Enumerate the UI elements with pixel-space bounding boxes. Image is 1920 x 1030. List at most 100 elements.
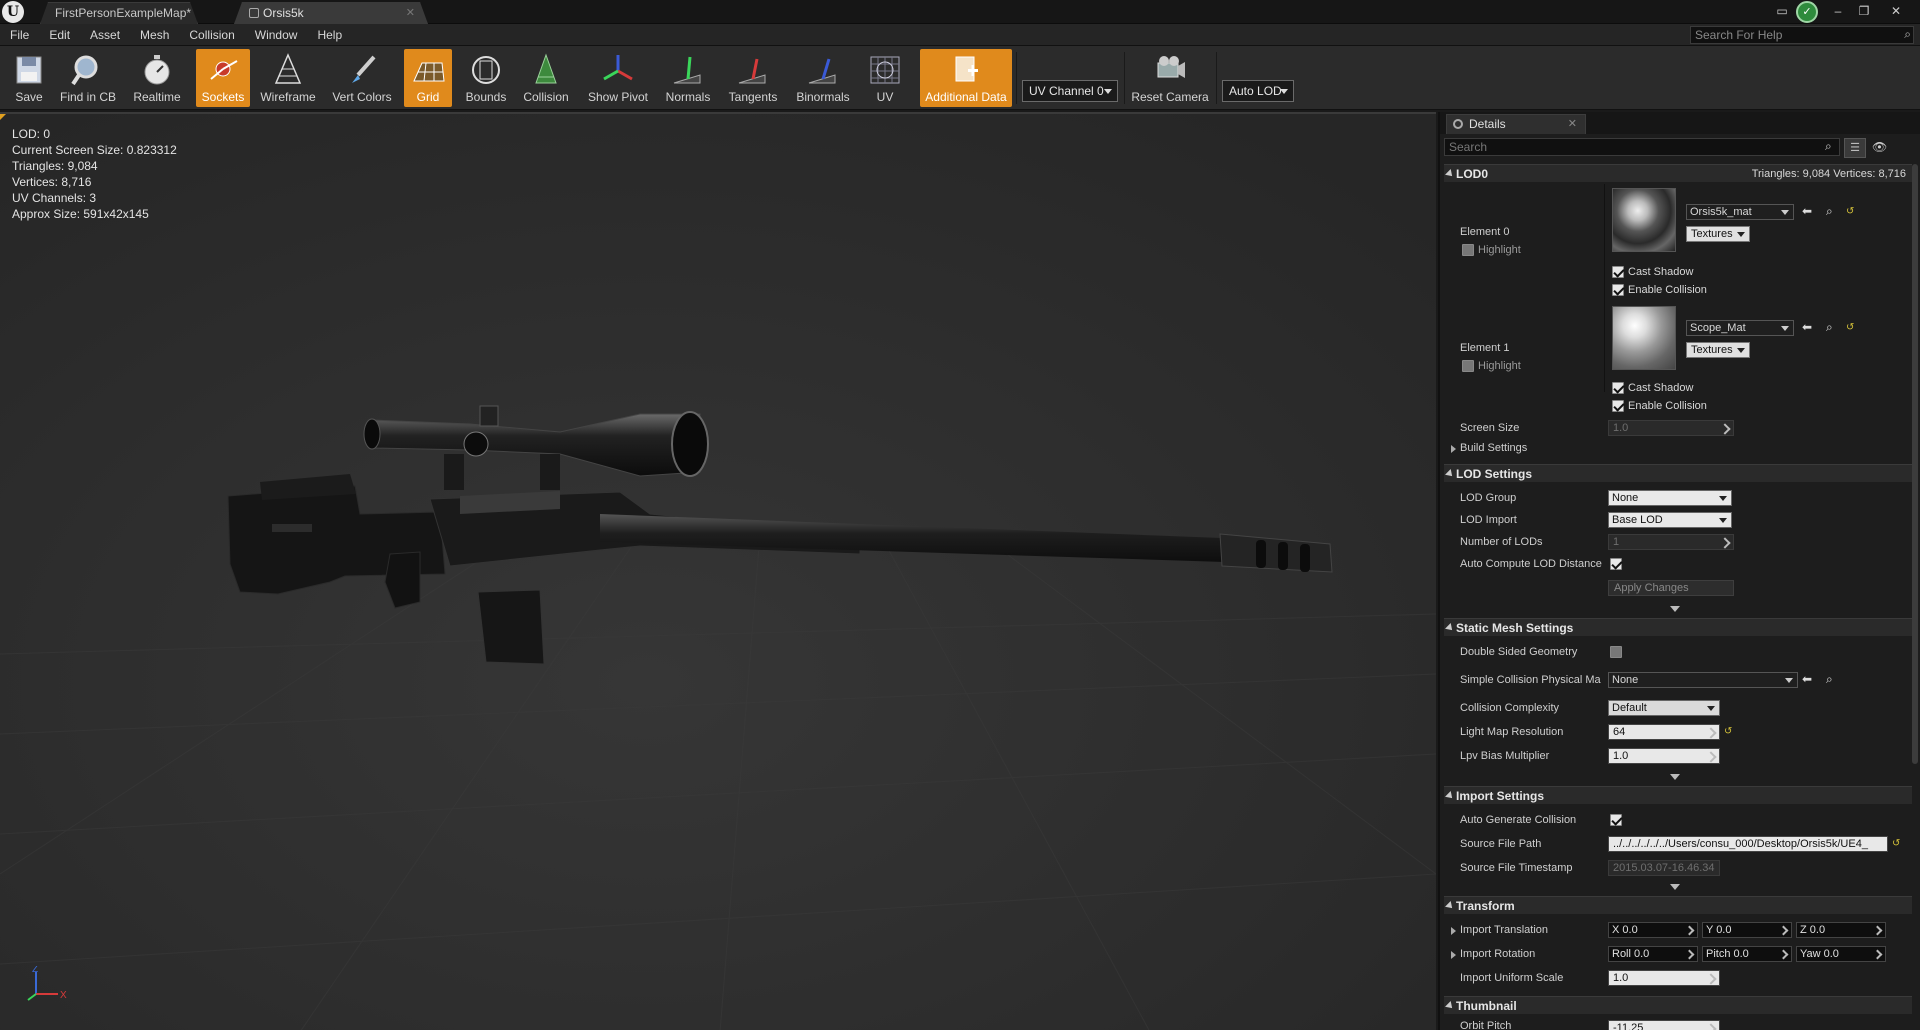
enable-collision-checkbox[interactable] — [1612, 284, 1624, 296]
details-tab[interactable]: Details ✕ — [1446, 114, 1586, 134]
vert-colors-button[interactable]: Vert Colors — [326, 49, 398, 107]
tangents-button[interactable]: Tangents — [722, 49, 784, 107]
reset-default-icon[interactable]: ↺ — [1724, 726, 1732, 737]
screen-size-field[interactable]: 1.0 — [1608, 420, 1734, 436]
auto-generate-collision-checkbox[interactable] — [1610, 814, 1622, 826]
translation-x-field[interactable]: X 0.0 — [1608, 922, 1698, 938]
rotation-roll-field[interactable]: Roll 0.0 — [1608, 946, 1698, 962]
eye-icon[interactable]: 👁 — [1872, 140, 1887, 154]
use-selected-arrow-icon[interactable]: ⬅ — [1802, 204, 1812, 218]
browse-magnifier-icon[interactable]: ⌕ — [1826, 672, 1833, 687]
uv-button[interactable]: UV — [862, 49, 908, 107]
simple-collision-dropdown[interactable]: None — [1608, 672, 1798, 688]
number-of-lods-field[interactable]: 1 — [1608, 534, 1734, 550]
wireframe-button[interactable]: Wireframe — [254, 49, 322, 107]
menu-asset[interactable]: Asset — [80, 24, 130, 46]
menu-window[interactable]: Window — [245, 24, 308, 46]
textures-dropdown[interactable]: Textures — [1686, 226, 1750, 242]
save-button[interactable]: Save — [6, 49, 52, 107]
import-uniform-scale-field[interactable]: 1.0 — [1608, 970, 1720, 986]
element-1-highlight-checkbox[interactable] — [1462, 360, 1474, 372]
browse-magnifier-icon[interactable]: ⌕ — [1826, 320, 1833, 335]
help-search-input[interactable]: Search For Help — [1690, 26, 1914, 44]
close-window-icon[interactable]: ✕ — [1886, 2, 1906, 20]
import-uniform-scale-label: Import Uniform Scale — [1460, 972, 1564, 984]
close-details-icon[interactable]: ✕ — [1568, 115, 1577, 133]
chat-icon[interactable]: ▭ — [1772, 2, 1792, 20]
section-static-mesh-settings[interactable]: Static Mesh Settings — [1444, 618, 1912, 636]
orbit-pitch-field[interactable]: -11.25 — [1608, 1020, 1720, 1030]
find-in-cb-button[interactable]: Find in CB — [56, 49, 120, 107]
advanced-expand-icon[interactable] — [1670, 884, 1680, 890]
collision-complexity-dropdown[interactable]: Default — [1608, 700, 1720, 716]
reset-camera-button[interactable]: Reset Camera — [1130, 49, 1210, 107]
section-import-settings[interactable]: Import Settings — [1444, 786, 1912, 804]
use-selected-arrow-icon[interactable]: ⬅ — [1802, 320, 1812, 334]
use-selected-arrow-icon[interactable]: ⬅ — [1802, 672, 1812, 686]
light-map-resolution-field[interactable]: 64 — [1608, 724, 1720, 740]
minimize-icon[interactable]: – — [1828, 2, 1848, 20]
cast-shadow-checkbox[interactable] — [1612, 266, 1624, 278]
normals-button[interactable]: Normals — [660, 49, 716, 107]
build-settings-expander[interactable]: Build Settings — [1450, 442, 1527, 454]
mesh-viewport[interactable]: LOD: 0 Current Screen Size: 0.823312 Tri… — [0, 112, 1436, 1030]
bounds-button[interactable]: Bounds — [458, 49, 514, 107]
menu-collision[interactable]: Collision — [179, 24, 244, 46]
details-search-input[interactable]: Search — [1444, 138, 1840, 156]
rotation-yaw-field[interactable]: Yaw 0.0 — [1796, 946, 1886, 962]
import-rotation-label[interactable]: Import Rotation — [1450, 948, 1535, 960]
section-thumbnail[interactable]: Thumbnail — [1444, 996, 1912, 1014]
lpv-bias-field[interactable]: 1.0 — [1608, 748, 1720, 764]
material-0-thumbnail[interactable] — [1612, 188, 1676, 252]
menu-edit[interactable]: Edit — [39, 24, 80, 46]
binormals-button[interactable]: Binormals — [790, 49, 856, 107]
realtime-button[interactable]: Realtime — [126, 49, 188, 107]
uv-channel-dropdown[interactable]: UV Channel 0 — [1022, 80, 1118, 102]
section-title: Import Settings — [1456, 789, 1545, 803]
menu-file[interactable]: File — [0, 24, 39, 46]
menu-mesh[interactable]: Mesh — [130, 24, 179, 46]
reset-default-icon[interactable]: ↺ — [1892, 838, 1900, 849]
advanced-expand-icon[interactable] — [1670, 774, 1680, 780]
stat-triangles: Triangles: 9,084 — [12, 159, 98, 173]
section-transform[interactable]: Transform — [1444, 896, 1912, 914]
advanced-expand-icon[interactable] — [1670, 606, 1680, 612]
textures-dropdown[interactable]: Textures — [1686, 342, 1750, 358]
close-tab-icon[interactable]: ✕ — [406, 3, 415, 23]
section-lod-settings[interactable]: LOD Settings — [1444, 464, 1912, 482]
enable-collision-checkbox[interactable] — [1612, 400, 1624, 412]
double-sided-checkbox[interactable] — [1610, 646, 1622, 658]
reset-default-icon[interactable]: ↺ — [1846, 206, 1854, 217]
section-lod0[interactable]: LOD0 Triangles: 9,084 Vertices: 8,716 — [1444, 164, 1912, 182]
lod-import-dropdown[interactable]: Base LOD — [1608, 512, 1732, 528]
element-0-highlight-checkbox[interactable] — [1462, 244, 1474, 256]
menu-help[interactable]: Help — [307, 24, 352, 46]
rotation-pitch-field[interactable]: Pitch 0.0 — [1702, 946, 1792, 962]
auto-lod-dropdown[interactable]: Auto LOD — [1222, 80, 1294, 102]
collision-button[interactable]: Collision — [518, 49, 574, 107]
lod-group-dropdown[interactable]: None — [1608, 490, 1732, 506]
material-0-dropdown[interactable]: Orsis5k_mat — [1686, 204, 1794, 220]
reset-default-icon[interactable]: ↺ — [1846, 322, 1854, 333]
auto-compute-lod-checkbox[interactable] — [1610, 558, 1622, 570]
material-1-dropdown[interactable]: Scope_Mat — [1686, 320, 1794, 336]
grid-button[interactable]: Grid — [404, 49, 452, 107]
maximize-icon[interactable]: ❐ — [1854, 2, 1874, 20]
details-scrollbar[interactable] — [1912, 164, 1918, 764]
source-file-path-field[interactable]: ../../../../../../Users/consu_000/Deskto… — [1608, 836, 1888, 852]
import-translation-label[interactable]: Import Translation — [1450, 924, 1548, 936]
cast-shadow-checkbox[interactable] — [1612, 382, 1624, 394]
stat-screen-size: Current Screen Size: 0.823312 — [12, 143, 177, 157]
sockets-button[interactable]: Sockets — [196, 49, 250, 107]
additional-data-button[interactable]: Additional Data — [920, 49, 1012, 107]
browse-magnifier-icon[interactable]: ⌕ — [1826, 204, 1833, 219]
show-pivot-button[interactable]: Show Pivot — [580, 49, 656, 107]
tab-orsis5k[interactable]: Orsis5k ✕ — [234, 2, 428, 24]
translation-z-field[interactable]: Z 0.0 — [1796, 922, 1886, 938]
notification-badge-icon[interactable]: ✓ — [1796, 1, 1818, 23]
tab-first-person-map[interactable]: FirstPersonExampleMap* — [40, 2, 198, 24]
translation-y-field[interactable]: Y 0.0 — [1702, 922, 1792, 938]
view-options-icon[interactable]: ☰ — [1844, 138, 1866, 158]
apply-changes-button[interactable]: Apply Changes — [1608, 580, 1734, 596]
material-1-thumbnail[interactable] — [1612, 306, 1676, 370]
